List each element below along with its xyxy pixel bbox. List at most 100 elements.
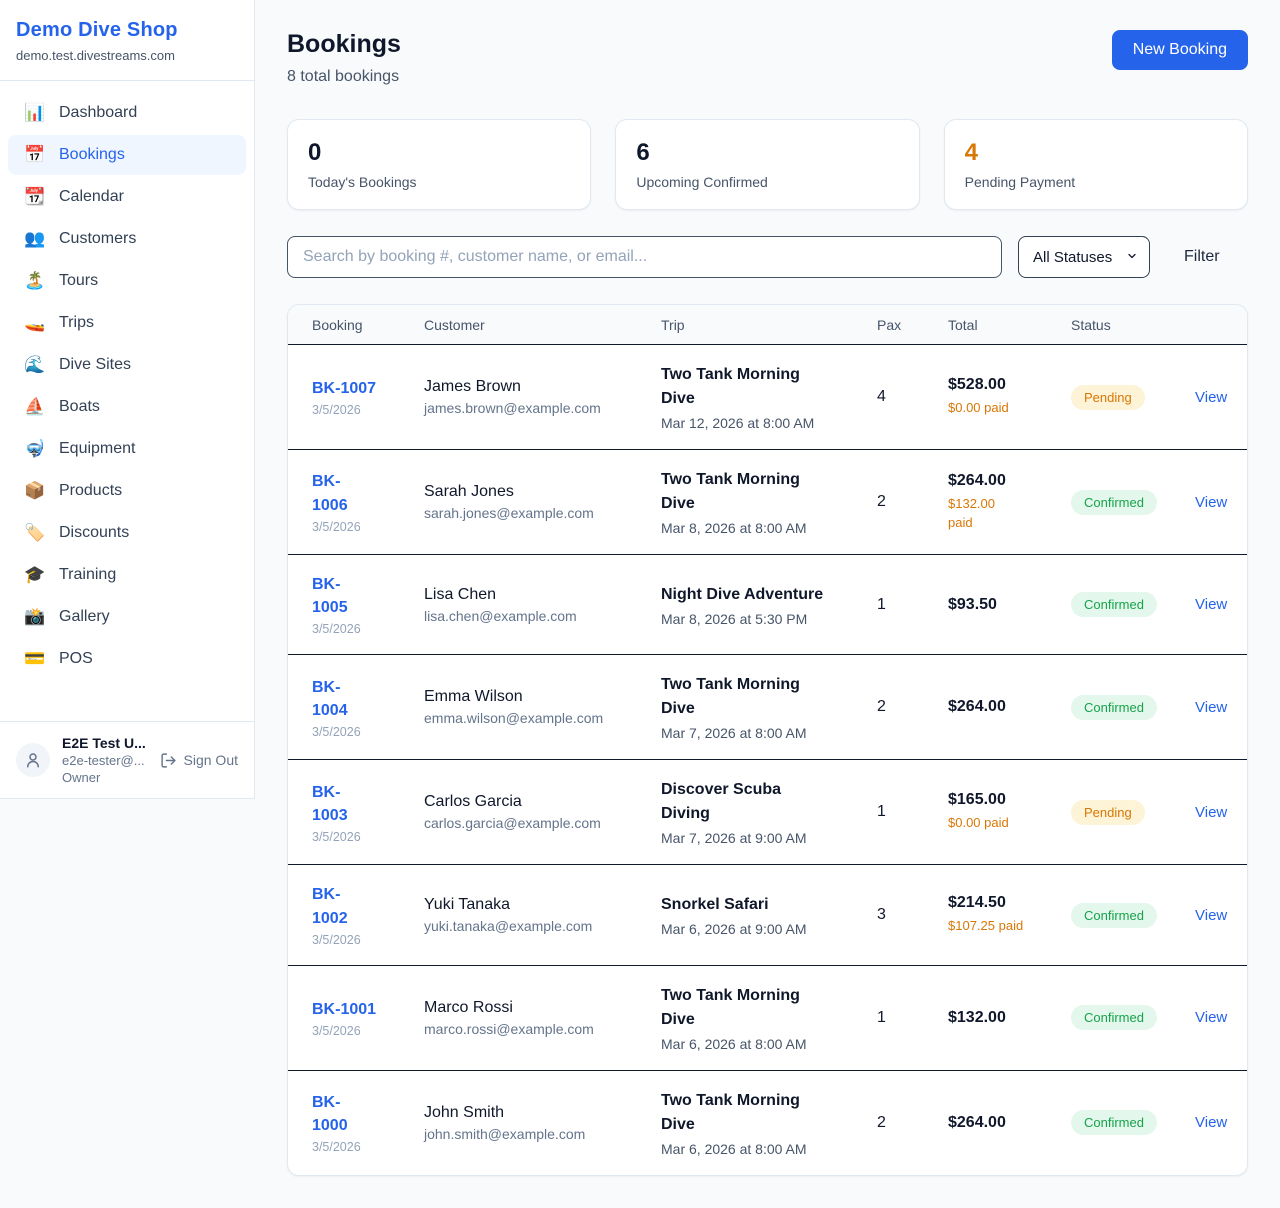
pax-count: 2 bbox=[877, 698, 948, 716]
customer-name: Emma Wilson bbox=[424, 688, 661, 706]
user-name: E2E Test U... bbox=[62, 735, 146, 751]
sidebar-item-label: Customers bbox=[59, 230, 136, 248]
booking-id-link[interactable]: BK- 1002 bbox=[312, 883, 424, 929]
sidebar-item-boats[interactable]: ⛵ Boats bbox=[8, 387, 246, 427]
view-link[interactable]: View bbox=[1195, 596, 1227, 613]
booking-id-link[interactable]: BK- 1006 bbox=[312, 470, 424, 516]
sidebar-item-label: Gallery bbox=[59, 608, 110, 626]
view-link[interactable]: View bbox=[1195, 494, 1227, 511]
table-row: BK- 1002 3/5/2026 Yuki Tanaka yuki.tanak… bbox=[288, 864, 1247, 964]
total-amount: $264.00 bbox=[948, 1114, 1071, 1132]
sidebar-item-label: Dive Sites bbox=[59, 356, 131, 374]
sidebar-item-dive-sites[interactable]: 🌊 Dive Sites bbox=[8, 345, 246, 385]
stat-value: 6 bbox=[636, 139, 898, 167]
dive-sites-icon: 🌊 bbox=[24, 355, 44, 375]
booking-date: 3/5/2026 bbox=[312, 1140, 424, 1154]
booking-id-link[interactable]: BK- 1000 bbox=[312, 1091, 424, 1137]
sidebar-item-dashboard[interactable]: 📊 Dashboard bbox=[8, 93, 246, 133]
pax-count: 1 bbox=[877, 1009, 948, 1027]
user-info: E2E Test U... e2e-tester@... Owner bbox=[62, 735, 146, 785]
trip-datetime: Mar 6, 2026 at 8:00 AM bbox=[661, 1141, 877, 1157]
sign-out-button[interactable]: Sign Out bbox=[160, 752, 238, 769]
view-link[interactable]: View bbox=[1195, 1009, 1227, 1026]
sidebar-item-bookings[interactable]: 📅 Bookings bbox=[8, 135, 246, 175]
gallery-icon: 📸 bbox=[24, 607, 44, 627]
trip-name: Snorkel Safari bbox=[661, 893, 877, 917]
stats-row: 0 Today's Bookings 6 Upcoming Confirmed … bbox=[287, 119, 1248, 210]
sidebar-item-label: Tours bbox=[59, 272, 98, 290]
sidebar-item-training[interactable]: 🎓 Training bbox=[8, 555, 246, 595]
trip-name: Discover Scuba Diving bbox=[661, 778, 877, 826]
col-header-trip: Trip bbox=[661, 317, 877, 333]
sidebar-item-label: Bookings bbox=[59, 146, 125, 164]
trip-datetime: Mar 7, 2026 at 8:00 AM bbox=[661, 725, 877, 741]
booking-date: 3/5/2026 bbox=[312, 725, 424, 739]
customer-email: yuki.tanaka@example.com bbox=[424, 918, 661, 934]
table-row: BK-1001 3/5/2026 Marco Rossi marco.rossi… bbox=[288, 965, 1247, 1070]
search-input[interactable] bbox=[287, 236, 1002, 278]
booking-id-link[interactable]: BK- 1003 bbox=[312, 781, 424, 827]
brand-block: Demo Dive Shop demo.test.divestreams.com bbox=[0, 0, 254, 81]
booking-id-link[interactable]: BK- 1005 bbox=[312, 573, 424, 619]
booking-id-link[interactable]: BK-1007 bbox=[312, 377, 424, 400]
trip-datetime: Mar 12, 2026 at 8:00 AM bbox=[661, 415, 877, 431]
sidebar-item-calendar[interactable]: 📆 Calendar bbox=[8, 177, 246, 217]
sidebar-item-trips[interactable]: 🚤 Trips bbox=[8, 303, 246, 343]
trip-datetime: Mar 6, 2026 at 9:00 AM bbox=[661, 921, 877, 937]
booking-date: 3/5/2026 bbox=[312, 622, 424, 636]
sidebar-item-equipment[interactable]: 🤿 Equipment bbox=[8, 429, 246, 469]
main-content: Bookings 8 total bookings New Booking 0 … bbox=[255, 0, 1280, 1208]
trip-datetime: Mar 8, 2026 at 8:00 AM bbox=[661, 520, 877, 536]
status-badge: Pending bbox=[1071, 385, 1145, 410]
equipment-icon: 🤿 bbox=[24, 439, 44, 459]
page-title: Bookings bbox=[287, 30, 401, 59]
brand-domain: demo.test.divestreams.com bbox=[16, 48, 238, 63]
filter-button[interactable]: Filter bbox=[1184, 248, 1220, 266]
pax-count: 1 bbox=[877, 596, 948, 614]
sidebar-item-label: Discounts bbox=[59, 524, 129, 542]
view-link[interactable]: View bbox=[1195, 804, 1227, 821]
sidebar-nav: 📊 Dashboard 📅 Bookings 📆 Calendar 👥 Cust… bbox=[0, 81, 254, 721]
table-row: BK- 1004 3/5/2026 Emma Wilson emma.wilso… bbox=[288, 654, 1247, 759]
view-link[interactable]: View bbox=[1195, 907, 1227, 924]
table-row: BK- 1006 3/5/2026 Sarah Jones sarah.jone… bbox=[288, 449, 1247, 554]
customer-email: carlos.garcia@example.com bbox=[424, 815, 661, 831]
sidebar-item-pos[interactable]: 💳 POS bbox=[8, 639, 246, 679]
status-badge: Confirmed bbox=[1071, 695, 1157, 720]
booking-id-link[interactable]: BK- 1004 bbox=[312, 676, 424, 722]
training-icon: 🎓 bbox=[24, 565, 44, 585]
trip-name: Two Tank Morning Dive bbox=[661, 1089, 877, 1137]
new-booking-button[interactable]: New Booking bbox=[1112, 30, 1248, 70]
pos-icon: 💳 bbox=[24, 649, 44, 669]
booking-date: 3/5/2026 bbox=[312, 403, 424, 417]
sidebar-item-products[interactable]: 📦 Products bbox=[8, 471, 246, 511]
table-row: BK- 1003 3/5/2026 Carlos Garcia carlos.g… bbox=[288, 759, 1247, 864]
filter-bar: All Statuses Filter bbox=[287, 236, 1248, 278]
customer-name: Yuki Tanaka bbox=[424, 896, 661, 914]
trip-name: Night Dive Adventure bbox=[661, 583, 877, 607]
pax-count: 2 bbox=[877, 1114, 948, 1132]
sidebar-item-label: Boats bbox=[59, 398, 100, 416]
customer-email: lisa.chen@example.com bbox=[424, 608, 661, 624]
trip-datetime: Mar 8, 2026 at 5:30 PM bbox=[661, 611, 877, 627]
sidebar-item-tours[interactable]: 🏝️ Tours bbox=[8, 261, 246, 301]
customer-email: james.brown@example.com bbox=[424, 400, 661, 416]
table-row: BK- 1005 3/5/2026 Lisa Chen lisa.chen@ex… bbox=[288, 554, 1247, 654]
view-link[interactable]: View bbox=[1195, 699, 1227, 716]
bookings-table: Booking Customer Trip Pax Total Status B… bbox=[287, 304, 1248, 1176]
status-badge: Confirmed bbox=[1071, 1110, 1157, 1135]
sidebar-item-discounts[interactable]: 🏷️ Discounts bbox=[8, 513, 246, 553]
user-role: Owner bbox=[62, 770, 146, 785]
view-link[interactable]: View bbox=[1195, 389, 1227, 406]
booking-date: 3/5/2026 bbox=[312, 830, 424, 844]
booking-id-link[interactable]: BK-1001 bbox=[312, 998, 424, 1021]
sidebar-item-customers[interactable]: 👥 Customers bbox=[8, 219, 246, 259]
status-badge: Confirmed bbox=[1071, 903, 1157, 928]
sidebar-item-gallery[interactable]: 📸 Gallery bbox=[8, 597, 246, 637]
total-bookings-count: 8 total bookings bbox=[287, 68, 401, 86]
table-row: BK- 1000 3/5/2026 John Smith john.smith@… bbox=[288, 1070, 1247, 1175]
stat-label: Pending Payment bbox=[965, 174, 1227, 190]
status-select[interactable]: All Statuses bbox=[1018, 236, 1150, 278]
pax-count: 1 bbox=[877, 803, 948, 821]
view-link[interactable]: View bbox=[1195, 1114, 1227, 1131]
